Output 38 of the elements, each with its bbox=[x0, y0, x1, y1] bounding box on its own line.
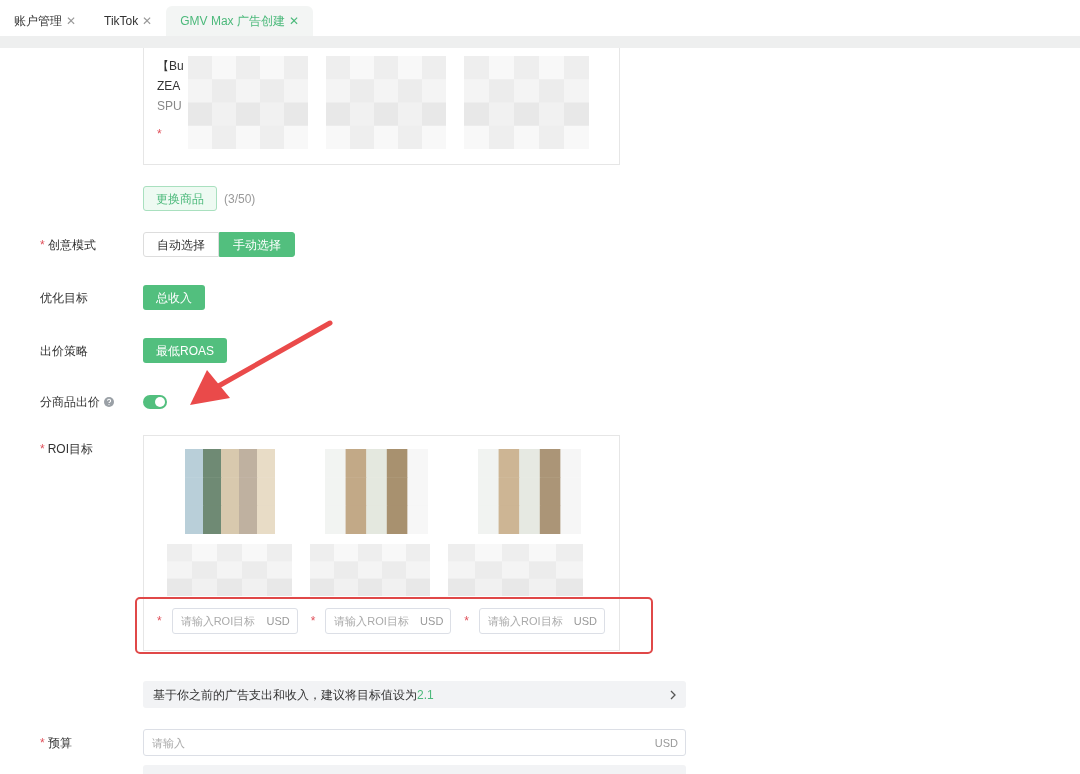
unit-label: USD bbox=[420, 613, 444, 629]
unit-label: USD bbox=[266, 613, 290, 629]
required-mark: * bbox=[40, 441, 45, 458]
option-button[interactable]: 最低ROAS bbox=[143, 338, 227, 363]
required-mark: * bbox=[157, 126, 163, 143]
unit-label: USD bbox=[573, 613, 597, 629]
required-mark: * bbox=[40, 236, 45, 254]
field-label: ROI目标 bbox=[47, 441, 93, 458]
replace-products-button[interactable]: 更换商品 bbox=[143, 186, 217, 211]
required-mark: * bbox=[40, 734, 45, 752]
product-count: (3/50) bbox=[224, 190, 256, 208]
product-title: ZEA bbox=[157, 78, 182, 95]
mode-option[interactable]: 手动选择 bbox=[219, 232, 295, 257]
required-mark: * bbox=[464, 613, 469, 630]
product-title: 【Bu bbox=[157, 58, 184, 75]
field-label: 预算 bbox=[47, 734, 72, 752]
option-button[interactable]: 总收入 bbox=[143, 285, 205, 310]
tab[interactable]: GMV Max 广告创建 ✕ bbox=[166, 6, 313, 36]
close-icon[interactable]: ✕ bbox=[66, 12, 76, 30]
help-icon[interactable] bbox=[104, 397, 114, 407]
unit-label: USD bbox=[654, 735, 678, 751]
suggestion-text: 基于你之前的广告支出和收入，建议将目标值设为 bbox=[153, 686, 417, 704]
mode-option[interactable]: 自动选择 bbox=[143, 232, 219, 257]
close-icon[interactable]: ✕ bbox=[288, 12, 299, 30]
field-label: 创意模式 bbox=[47, 236, 96, 254]
tab[interactable]: TikTok ✕ bbox=[90, 6, 167, 36]
tab[interactable]: 账户管理 ✕ bbox=[0, 6, 90, 36]
spu-label: SPU bbox=[157, 98, 183, 115]
suggestion-bar[interactable]: 基于你之前的广告支出和收入，建议将目标值设为2.1 bbox=[143, 681, 686, 708]
field-label: 出价策略 bbox=[40, 342, 88, 360]
field-label: 优化目标 bbox=[40, 289, 88, 307]
suggested-value: 2.1 bbox=[417, 686, 434, 704]
required-mark: * bbox=[310, 613, 316, 630]
chevron-right-icon[interactable] bbox=[670, 689, 676, 700]
required-mark: * bbox=[157, 613, 162, 630]
field-label: 分商品出价 bbox=[40, 394, 100, 411]
close-icon[interactable]: ✕ bbox=[142, 12, 153, 30]
toggle-switch[interactable] bbox=[143, 395, 167, 409]
